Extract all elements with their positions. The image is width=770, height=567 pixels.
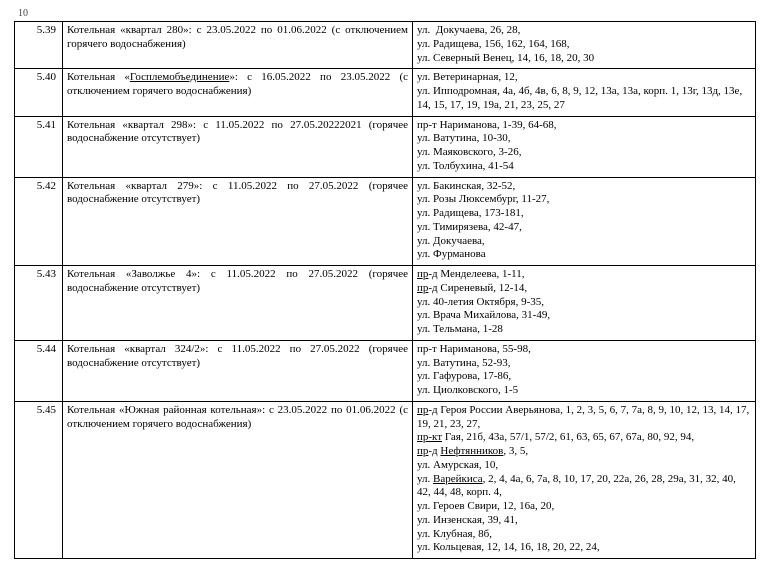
table-row: 5.39Котельная «квартал 280»: с 23.05.202… bbox=[15, 22, 756, 69]
row-addresses: пр-т Нариманова, 1-39, 64-68,ул. Ватутин… bbox=[413, 116, 756, 177]
row-number: 5.41 bbox=[15, 116, 63, 177]
row-addresses: пр-т Нариманова, 55-98,ул. Ватутина, 52-… bbox=[413, 340, 756, 401]
row-number: 5.39 bbox=[15, 22, 63, 69]
row-description: Котельная «Южная районная котельная»: с … bbox=[63, 401, 413, 558]
row-number: 5.42 bbox=[15, 177, 63, 266]
table-row: 5.40Котельная «Госплемобъединение»: с 16… bbox=[15, 69, 756, 116]
row-number: 5.44 bbox=[15, 340, 63, 401]
page-number: 10 bbox=[18, 8, 756, 19]
row-description: Котельная «квартал 280»: с 23.05.2022 по… bbox=[63, 22, 413, 69]
row-addresses: пр-д Менделеева, 1-11,пр-д Сиреневый, 12… bbox=[413, 266, 756, 341]
row-description: Котельная «квартал 279»: с 11.05.2022 по… bbox=[63, 177, 413, 266]
row-description: Котельная «Заволжье 4»: с 11.05.2022 по … bbox=[63, 266, 413, 341]
row-number: 5.45 bbox=[15, 401, 63, 558]
table-row: 5.43Котельная «Заволжье 4»: с 11.05.2022… bbox=[15, 266, 756, 341]
schedule-table: 5.39Котельная «квартал 280»: с 23.05.202… bbox=[14, 21, 756, 559]
row-addresses: пр-д Героя России Аверьянова, 1, 2, 3, 5… bbox=[413, 401, 756, 558]
row-number: 5.40 bbox=[15, 69, 63, 116]
row-description: Котельная «квартал 324/2»: с 11.05.2022 … bbox=[63, 340, 413, 401]
table-row: 5.44Котельная «квартал 324/2»: с 11.05.2… bbox=[15, 340, 756, 401]
row-addresses: ул. Ветеринарная, 12,ул. Ипподромная, 4а… bbox=[413, 69, 756, 116]
row-addresses: ул. Бакинская, 32-52,ул. Розы Люксембург… bbox=[413, 177, 756, 266]
row-number: 5.43 bbox=[15, 266, 63, 341]
row-description: Котельная «Госплемобъединение»: с 16.05.… bbox=[63, 69, 413, 116]
table-row: 5.45Котельная «Южная районная котельная»… bbox=[15, 401, 756, 558]
row-addresses: ул. Докучаева, 26, 28,ул. Радищева, 156,… bbox=[413, 22, 756, 69]
table-row: 5.42Котельная «квартал 279»: с 11.05.202… bbox=[15, 177, 756, 266]
row-description: Котельная «квартал 298»: с 11.05.2022 по… bbox=[63, 116, 413, 177]
table-row: 5.41Котельная «квартал 298»: с 11.05.202… bbox=[15, 116, 756, 177]
